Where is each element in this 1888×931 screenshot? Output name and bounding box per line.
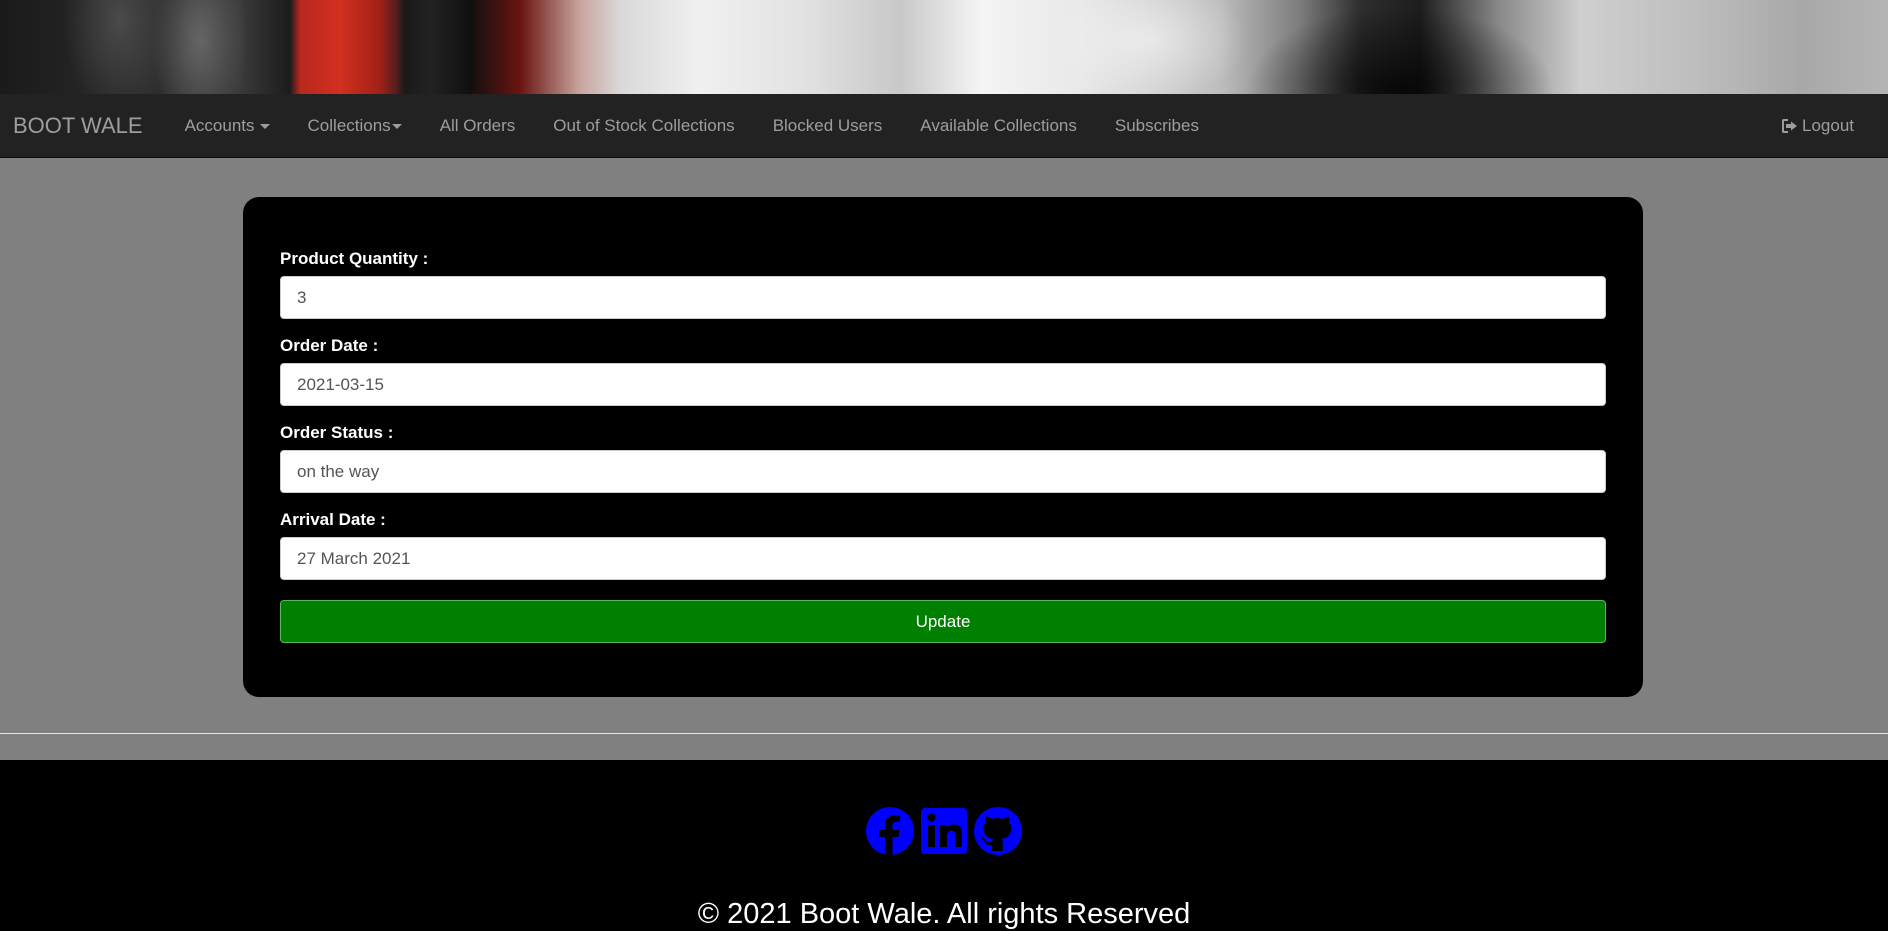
brand-logo[interactable]: BOOT WALE — [0, 94, 156, 158]
nav-item-accounts[interactable]: Accounts — [166, 94, 289, 158]
product-quantity-label: Product Quantity : — [280, 249, 429, 268]
logout-icon — [1782, 119, 1797, 133]
order-edit-form: Product Quantity : Order Date : Order St… — [243, 197, 1643, 697]
nav-item-collections[interactable]: Collections — [289, 94, 421, 158]
nav-item-label: Collections — [307, 115, 391, 135]
product-quantity-input[interactable] — [280, 276, 1606, 319]
nav-item-out-of-stock-collections[interactable]: Out of Stock Collections — [534, 94, 753, 158]
nav-item-available-collections[interactable]: Available Collections — [901, 94, 1096, 158]
logout-link[interactable]: Logout — [1781, 94, 1854, 158]
github-icon[interactable] — [973, 806, 1023, 856]
footer: © 2021 Boot Wale. All rights Reserved — [0, 760, 1888, 931]
navbar: BOOT WALE Accounts Collections All Order… — [0, 94, 1888, 158]
nav-item-blocked-users[interactable]: Blocked Users — [754, 94, 902, 158]
logout-label: Logout — [1802, 116, 1854, 135]
linkedin-icon[interactable] — [919, 806, 969, 856]
order-date-label: Order Date : — [280, 336, 379, 355]
order-date-input[interactable] — [280, 363, 1606, 406]
arrival-date-input[interactable] — [280, 537, 1606, 580]
nav-item-subscribes[interactable]: Subscribes — [1096, 94, 1218, 158]
hero-banner-image — [0, 0, 1888, 94]
caret-down-icon — [391, 123, 402, 129]
facebook-icon[interactable] — [865, 806, 915, 856]
copyright-text: © 2021 Boot Wale. All rights Reserved — [697, 898, 1191, 930]
nav-item-all-orders[interactable]: All Orders — [421, 94, 535, 158]
nav-menu: Accounts Collections All Orders Out of S… — [166, 94, 1218, 158]
nav-item-label: Accounts — [184, 115, 255, 135]
update-button[interactable]: Update — [280, 600, 1606, 643]
divider — [0, 733, 1888, 734]
social-links — [0, 806, 1888, 856]
order-status-label: Order Status : — [280, 423, 394, 442]
arrival-date-label: Arrival Date : — [280, 510, 386, 529]
caret-down-icon — [259, 123, 270, 129]
order-status-input[interactable] — [280, 450, 1606, 493]
